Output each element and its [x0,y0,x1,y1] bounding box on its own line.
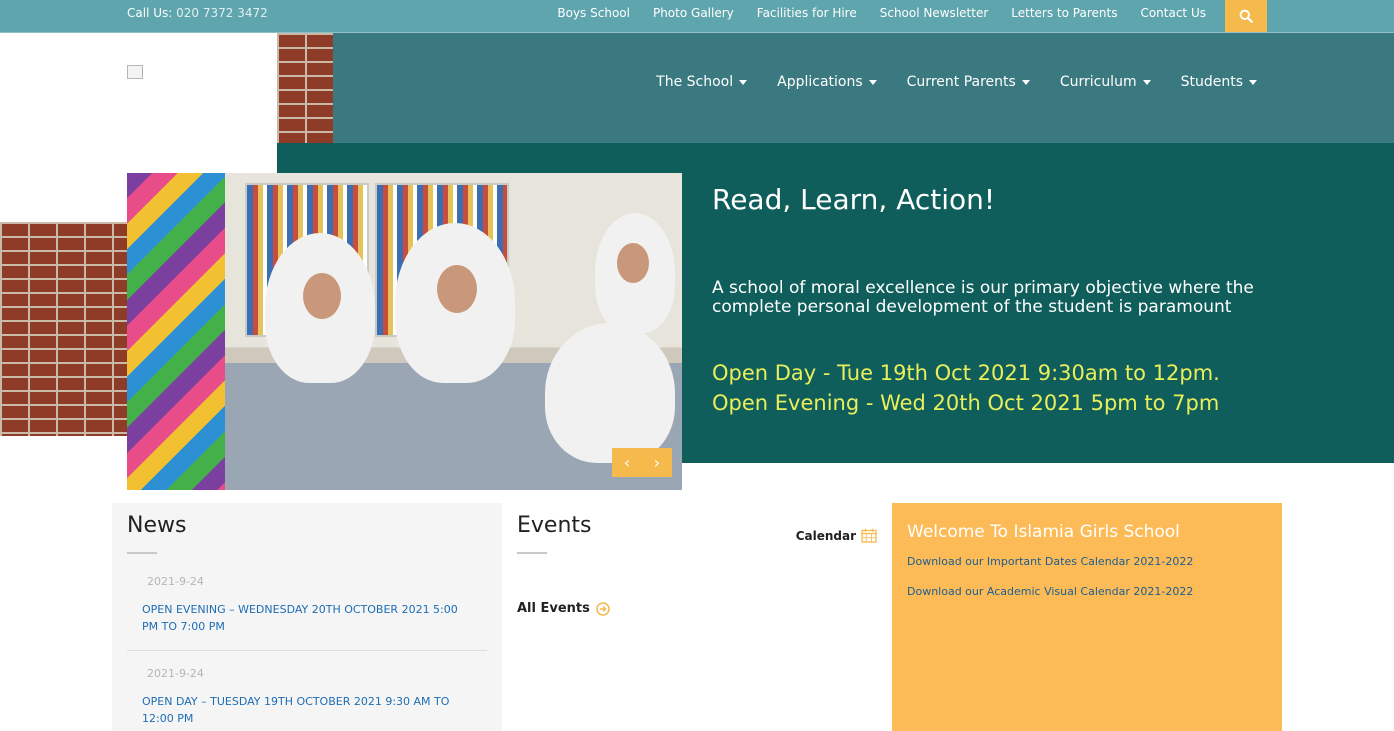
top-link-newsletter[interactable]: School Newsletter [880,6,989,20]
student-face [437,265,477,313]
chevron-right-icon: › [653,453,661,472]
academic-visual-calendar-link[interactable]: Download our Academic Visual Calendar 20… [907,585,1193,598]
nav-applications[interactable]: Applications [777,74,877,90]
welcome-title: Welcome To Islamia Girls School [907,522,1180,542]
slider-prev-button[interactable]: ‹ [612,448,642,477]
caret-down-icon [1021,79,1030,85]
top-link-letters[interactable]: Letters to Parents [1011,6,1117,20]
call-us: Call Us: 020 7372 3472 [127,6,268,20]
caret-down-icon [868,79,877,85]
call-label: Call Us: [127,6,173,20]
hero-slide-image [127,173,682,490]
nav-curriculum[interactable]: Curriculum [1060,74,1151,90]
brick-wall-decoration [277,33,333,143]
nav-label: Curriculum [1059,74,1137,90]
top-link-photo-gallery[interactable]: Photo Gallery [653,6,734,20]
student [545,323,675,463]
events-title: Events [517,513,592,538]
open-day-text: Open Day - Tue 19th Oct 2021 9:30am to 1… [712,361,1220,385]
brick-wall-decoration [0,222,127,436]
classroom-photo [225,173,682,490]
top-bar: Call Us: 020 7372 3472 Boys School Photo… [0,0,1394,33]
search-icon [1239,9,1253,23]
student-face [303,273,341,319]
nav-label: Applications [777,74,863,90]
top-links: Boys School Photo Gallery Facilities for… [534,6,1206,20]
calendar-icon [861,528,877,543]
news-date: 2021-9-24 [147,667,204,680]
arrow-circle-right-icon [596,601,610,616]
nav-label: Current Parents [906,74,1016,90]
chevron-left-icon: ‹ [623,453,631,472]
nav-students[interactable]: Students [1181,74,1257,90]
school-logo[interactable] [127,65,143,79]
news-title: News [127,513,187,538]
divider [517,552,547,554]
news-section: News 2021-9-24 OPEN EVENING – WEDNESDAY … [112,503,502,731]
calendar-link[interactable]: Calendar [796,528,877,543]
all-events-link[interactable]: All Events [517,601,610,616]
hero-title: Read, Learn, Action! [712,183,996,216]
phone-number-link[interactable]: 020 7372 3472 [176,6,268,20]
hero-description: A school of moral excellence is our prim… [712,278,1254,317]
welcome-section: Welcome To Islamia Girls School Download… [892,503,1282,731]
divider [127,650,487,651]
hero-open-dates: Open Day - Tue 19th Oct 2021 9:30am to 1… [712,358,1312,418]
news-item-link[interactable]: OPEN EVENING – WEDNESDAY 20TH OCTOBER 20… [142,601,472,635]
news-item-link[interactable]: OPEN DAY – TUESDAY 19TH OCTOBER 2021 9:3… [142,693,472,727]
calendar-label: Calendar [795,528,856,543]
nav-current-parents[interactable]: Current Parents [907,74,1030,90]
news-date: 2021-9-24 [147,575,204,588]
caret-down-icon [1142,79,1151,85]
caret-down-icon [1249,79,1257,85]
important-dates-calendar-link[interactable]: Download our Important Dates Calendar 20… [907,555,1193,568]
student-face [617,243,649,283]
all-events-label: All Events [517,601,590,616]
art-panel [127,173,225,490]
open-evening-text: Open Evening - Wed 20th Oct 2021 5pm to … [712,391,1220,415]
nav-the-school[interactable]: The School [656,74,748,90]
slider-next-button[interactable]: › [642,448,672,477]
top-link-facilities[interactable]: Facilities for Hire [757,6,857,20]
main-nav: The School Applications Current Parents … [626,74,1257,90]
search-button[interactable] [1225,0,1267,32]
top-link-boys-school[interactable]: Boys School [557,6,630,20]
caret-down-icon [739,79,748,85]
top-link-contact[interactable]: Contact Us [1140,6,1206,20]
divider [127,552,157,554]
nav-label: Students [1180,74,1243,90]
events-section: Events Calendar All Events [502,503,892,731]
nav-label: The School [656,74,734,90]
